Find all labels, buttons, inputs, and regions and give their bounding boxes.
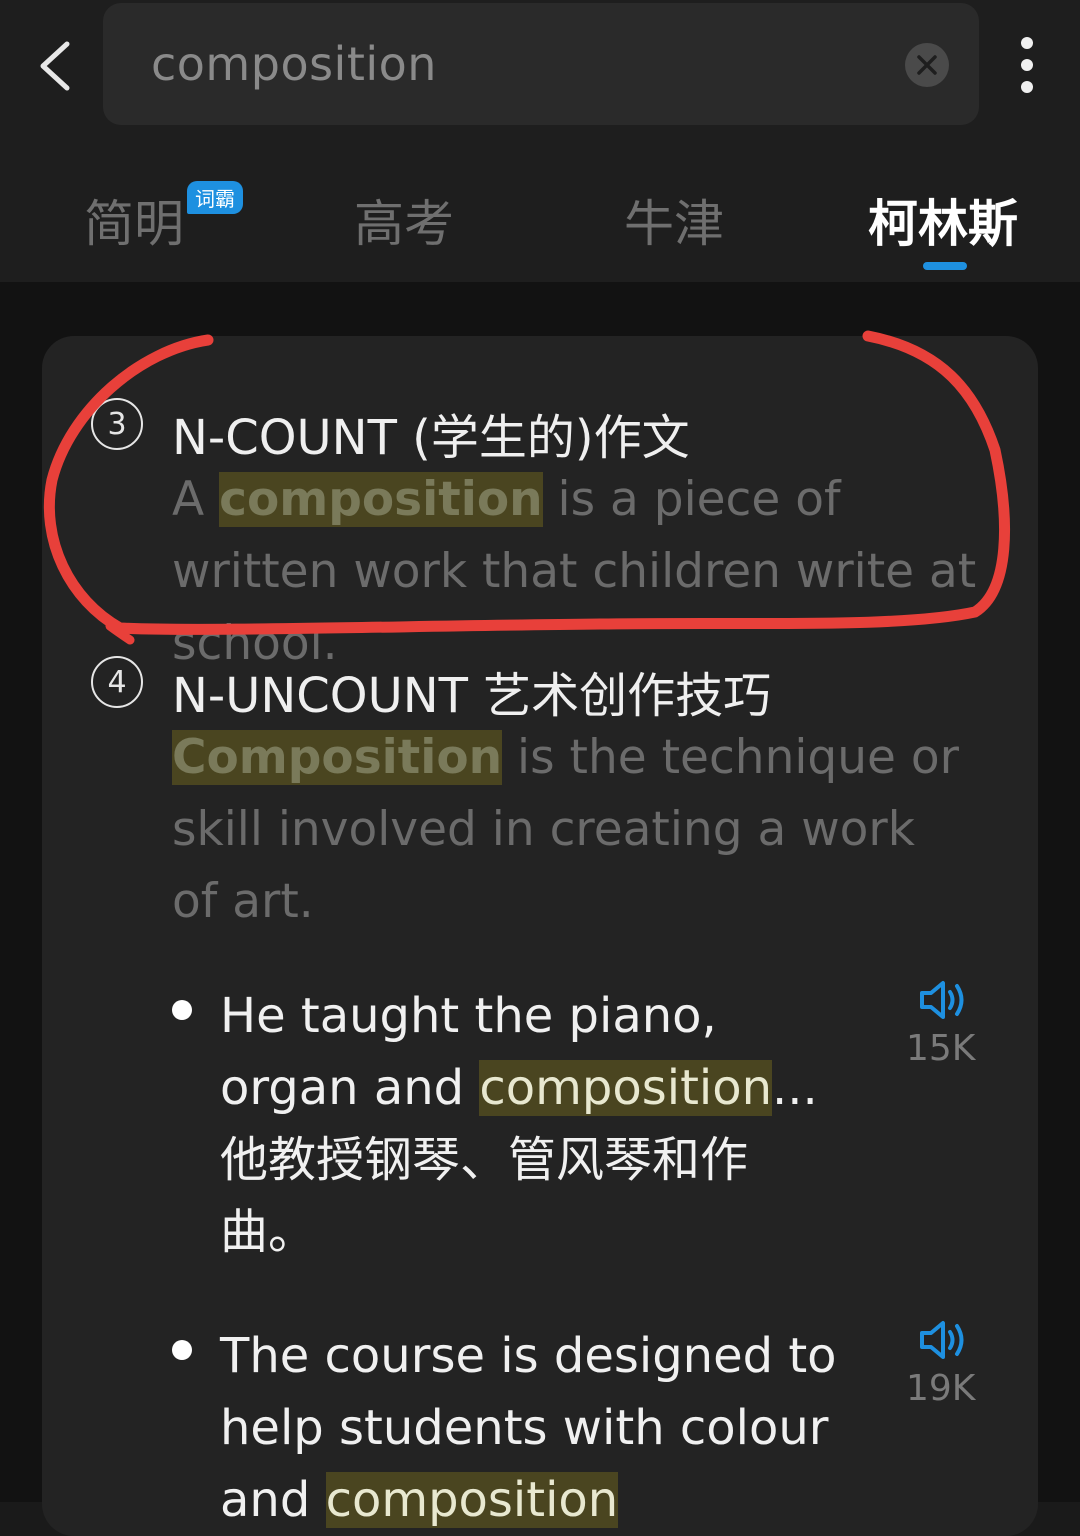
example-sentence: He taught the piano, organ and compositi… bbox=[220, 980, 840, 1268]
sense-header: N-COUNT (学生的)作文 bbox=[172, 410, 690, 466]
more-vertical-icon bbox=[1021, 37, 1033, 93]
keyword-highlight: composition bbox=[479, 1060, 773, 1116]
speaker-icon[interactable] bbox=[918, 978, 970, 1022]
speaker-icon-svg bbox=[920, 1321, 964, 1359]
keyword-highlight: composition bbox=[219, 472, 543, 527]
tab-collins[interactable]: 柯林斯 bbox=[868, 184, 1018, 256]
dictionary-tabs: 简明 词霸 高考 牛津 柯林斯 bbox=[0, 140, 1080, 282]
search-input[interactable]: composition bbox=[103, 3, 979, 125]
bullet bbox=[172, 1000, 192, 1020]
tab-oxford[interactable]: 牛津 bbox=[624, 184, 724, 256]
active-tab-indicator bbox=[923, 262, 967, 270]
bullet bbox=[172, 1340, 192, 1360]
chevron-left-icon bbox=[40, 41, 70, 91]
sense-header: N-UNCOUNT 艺术创作技巧 bbox=[172, 668, 772, 724]
more-button[interactable] bbox=[1002, 30, 1052, 100]
play-count: 15K bbox=[906, 1028, 976, 1069]
back-button[interactable] bbox=[22, 26, 86, 106]
tab-jianming[interactable]: 简明 bbox=[84, 184, 184, 256]
example-translation: 他教授钢琴、管风琴和作曲。 bbox=[220, 1132, 749, 1260]
keyword-highlight: composition bbox=[325, 1472, 619, 1528]
search-query: composition bbox=[151, 37, 437, 91]
sense-definition: Composition is the technique or skill in… bbox=[172, 730, 959, 929]
keyword-highlight: Composition bbox=[172, 730, 503, 785]
speaker-icon-svg bbox=[920, 981, 964, 1019]
top-bar: composition bbox=[0, 0, 1080, 140]
speaker-icon[interactable] bbox=[918, 1318, 970, 1362]
tab-gaokao[interactable]: 高考 bbox=[354, 184, 454, 256]
close-icon bbox=[917, 55, 937, 75]
play-count: 19K bbox=[906, 1368, 976, 1409]
sense-number-3: 3 bbox=[91, 398, 143, 450]
ciba-badge: 词霸 bbox=[187, 181, 243, 214]
sense-definition: A composition is a piece of written work… bbox=[172, 472, 977, 671]
clear-button[interactable] bbox=[905, 43, 949, 87]
sense-number-4: 4 bbox=[91, 656, 143, 708]
example-sentence: The course is designed to help students … bbox=[220, 1328, 837, 1528]
